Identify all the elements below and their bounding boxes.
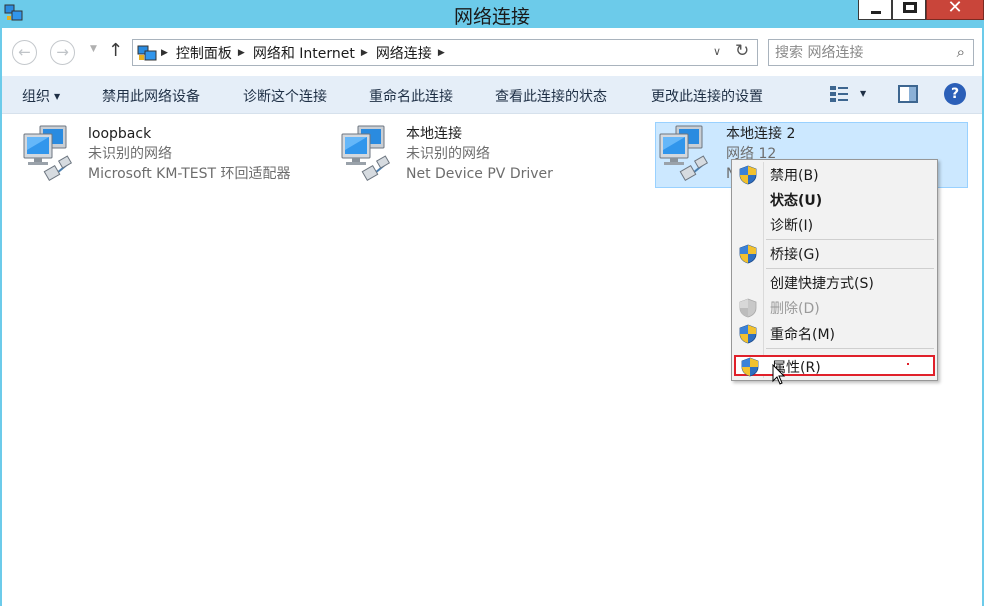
- menu-item-label: 创建快捷方式(S): [770, 276, 874, 292]
- window-controls: ✕: [858, 0, 984, 20]
- context-menu: 禁用(B) 状态(U) 诊断(I) 桥接(G) 创建快捷方式(S) 删除(D) …: [731, 159, 938, 381]
- window-border-left: [0, 28, 2, 606]
- control-panel-icon: [137, 45, 157, 61]
- shield-icon: [739, 165, 757, 185]
- view-options-caret-icon[interactable]: ▼: [860, 89, 866, 98]
- menu-item-create-shortcut[interactable]: 创建快捷方式(S): [734, 271, 935, 295]
- back-arrow-icon: ←: [18, 43, 31, 61]
- connection-item-loopback[interactable]: loopback 未识别的网络 Microsoft KM-TEST 环回适配器: [22, 122, 322, 188]
- menu-item-label: 状态(U): [770, 193, 823, 209]
- shield-icon: [739, 298, 757, 318]
- close-button[interactable]: ✕: [926, 0, 984, 20]
- back-button[interactable]: ←: [12, 40, 37, 65]
- network-adapter-icon: [341, 125, 391, 182]
- menu-item-status[interactable]: 状态(U): [734, 188, 935, 212]
- menu-item-label: 桥接(G): [770, 247, 820, 263]
- breadcrumb-control-panel[interactable]: 控制面板: [176, 43, 232, 63]
- minimize-button[interactable]: [858, 0, 892, 20]
- address-history-chevron-down-icon[interactable]: ∨: [713, 45, 721, 58]
- maximize-button[interactable]: [892, 0, 926, 20]
- connection-network: 未识别的网络: [88, 146, 172, 162]
- caret-down-icon: ▼: [54, 92, 61, 101]
- menu-item-properties[interactable]: 属性(R): [734, 355, 935, 377]
- search-box[interactable]: ⌕: [768, 39, 974, 66]
- connection-device: Microsoft KM-TEST 环回适配器: [88, 166, 291, 182]
- connection-name: loopback: [88, 126, 152, 142]
- menu-item-label: 删除(D): [770, 301, 820, 317]
- preview-pane-icon[interactable]: [898, 85, 918, 103]
- window-title: 网络连接: [453, 6, 530, 28]
- shield-icon: [741, 357, 759, 377]
- search-input[interactable]: [775, 43, 935, 63]
- chevron-right-icon[interactable]: ▶: [361, 48, 368, 58]
- recent-locations-dropdown[interactable]: ▼: [90, 44, 97, 54]
- connection-name: 本地连接 2: [726, 126, 796, 142]
- forward-arrow-icon: →: [56, 43, 69, 61]
- connection-name: 本地连接: [406, 126, 462, 142]
- connection-item-local[interactable]: 本地连接 未识别的网络 Net Device PV Driver: [340, 122, 600, 188]
- breadcrumb: ▶ 控制面板 ▶ 网络和 Internet ▶ 网络连接 ▶: [161, 43, 453, 63]
- rename-connection-button[interactable]: 重命名此连接: [369, 86, 453, 106]
- navigation-bar: ← → ▼ ↑ ▶ 控制面板 ▶ 网络和 Internet ▶ 网络连接 ▶ ∨…: [2, 28, 982, 76]
- connection-network: 未识别的网络: [406, 146, 490, 162]
- organize-label: 组织: [22, 89, 50, 105]
- menu-item-rename[interactable]: 重命名(M): [734, 322, 935, 346]
- close-icon: ✕: [947, 0, 963, 18]
- title-bar: 网络连接 ✕: [0, 0, 984, 28]
- maximize-icon: [903, 2, 917, 13]
- disable-device-button[interactable]: 禁用此网络设备: [102, 86, 200, 106]
- forward-button[interactable]: →: [50, 40, 75, 65]
- menu-item-bridge[interactable]: 桥接(G): [734, 242, 935, 266]
- menu-item-label: 禁用(B): [770, 168, 819, 184]
- menu-item-label: 重命名(M): [770, 327, 836, 343]
- shield-icon: [739, 324, 757, 344]
- shield-icon: [739, 244, 757, 264]
- menu-separator: [766, 268, 934, 269]
- mouse-cursor-icon: [772, 364, 786, 385]
- search-icon[interactable]: ⌕: [957, 43, 965, 61]
- network-adapter-icon: [23, 125, 73, 182]
- refresh-icon[interactable]: ↻: [735, 41, 749, 61]
- view-status-button[interactable]: 查看此连接的状态: [495, 86, 607, 106]
- chevron-right-icon[interactable]: ▶: [438, 48, 445, 58]
- menu-separator: [766, 348, 934, 349]
- minimize-icon: [871, 11, 881, 14]
- up-button[interactable]: ↑: [108, 40, 123, 61]
- highlight-dot: [907, 363, 909, 365]
- breadcrumb-network-connections[interactable]: 网络连接: [376, 43, 432, 63]
- chevron-right-icon[interactable]: ▶: [238, 48, 245, 58]
- breadcrumb-network-internet[interactable]: 网络和 Internet: [253, 43, 355, 63]
- menu-item-disable[interactable]: 禁用(B): [734, 163, 935, 187]
- change-settings-button[interactable]: 更改此连接的设置: [651, 86, 763, 106]
- menu-item-diagnose[interactable]: 诊断(I): [734, 213, 935, 237]
- menu-item-delete: 删除(D): [734, 296, 935, 320]
- menu-separator: [766, 239, 934, 240]
- chevron-right-icon[interactable]: ▶: [161, 48, 168, 58]
- address-bar[interactable]: ▶ 控制面板 ▶ 网络和 Internet ▶ 网络连接 ▶ ∨ ↻: [132, 39, 758, 66]
- connection-info: loopback 未识别的网络 Microsoft KM-TEST 环回适配器: [88, 124, 290, 184]
- command-bar: 组织 ▼ 禁用此网络设备 诊断这个连接 重命名此连接 查看此连接的状态 更改此连接…: [2, 76, 982, 114]
- change-view-icon[interactable]: [828, 84, 852, 104]
- diagnose-connection-button[interactable]: 诊断这个连接: [243, 86, 327, 106]
- connection-device: Net Device PV Driver: [406, 166, 553, 182]
- help-icon[interactable]: ?: [944, 83, 966, 105]
- network-adapter-icon: [659, 125, 709, 182]
- menu-item-label: 诊断(I): [770, 218, 814, 234]
- connection-info: 本地连接 未识别的网络 Net Device PV Driver: [406, 124, 553, 184]
- organize-menu[interactable]: 组织 ▼: [22, 86, 60, 106]
